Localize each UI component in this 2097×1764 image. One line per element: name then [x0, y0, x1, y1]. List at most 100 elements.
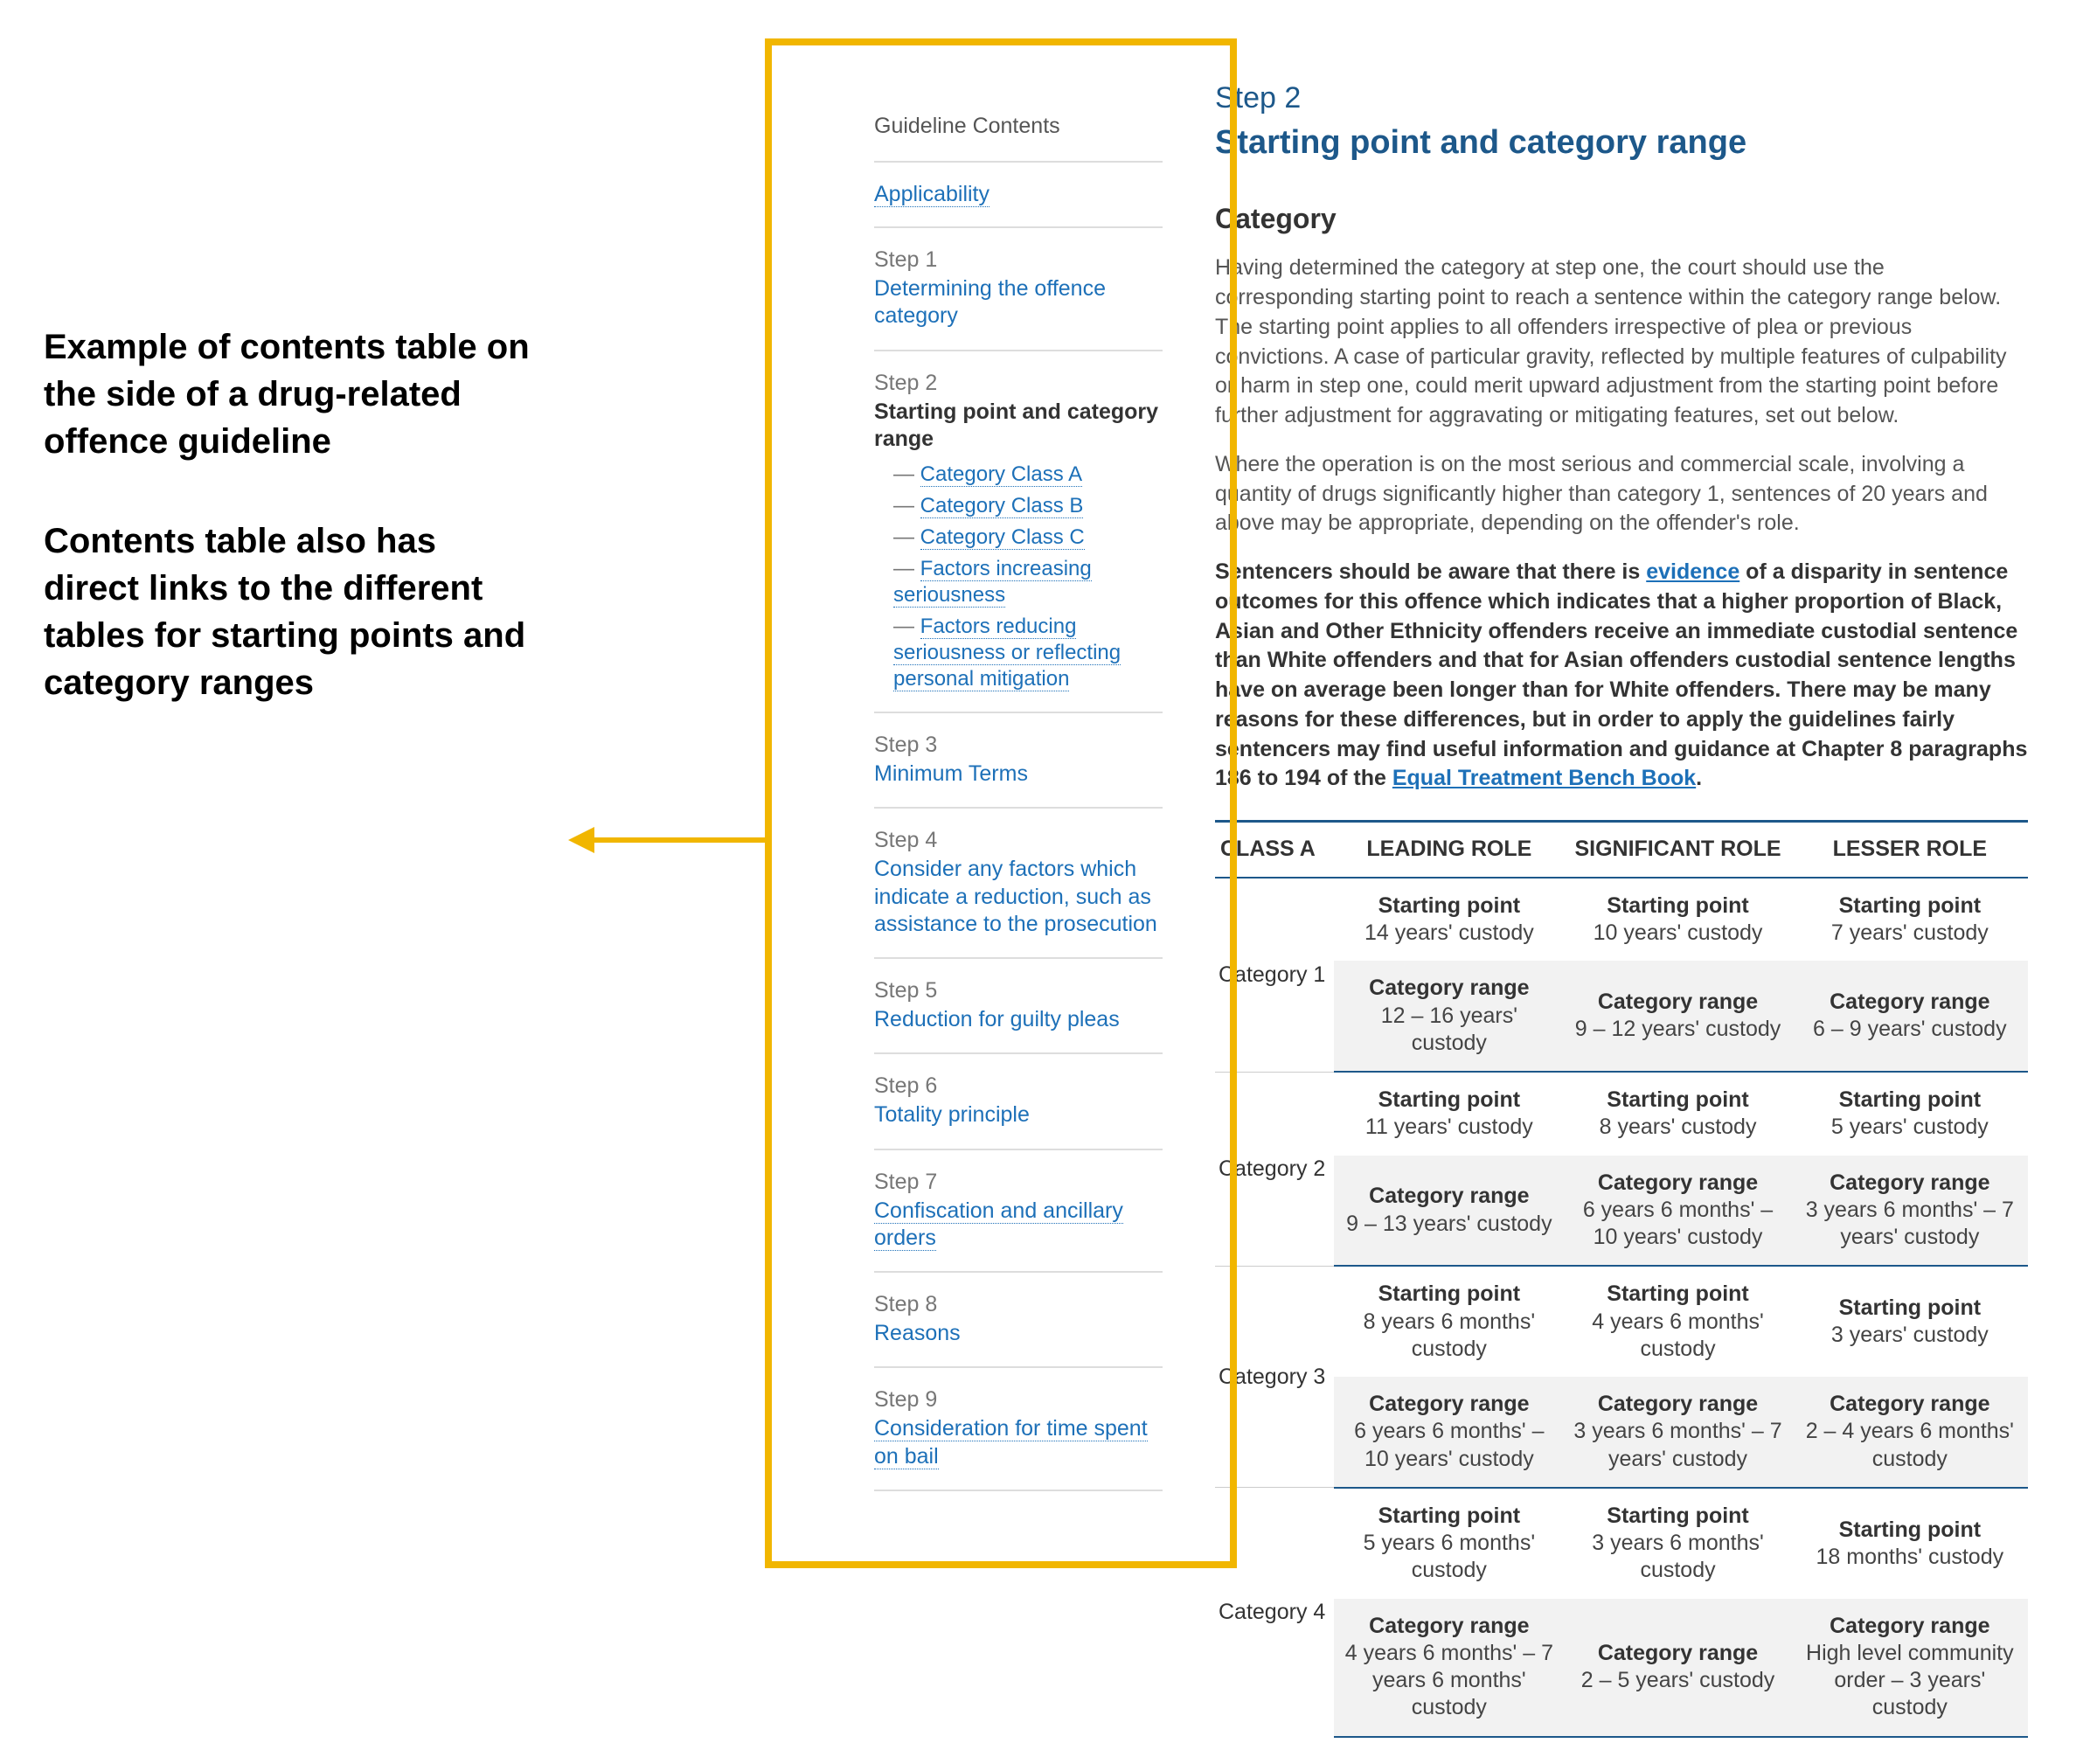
table-row: Category range6 years 6 months' – 10 yea…: [1215, 1377, 2028, 1488]
arrow-left-icon: [568, 827, 594, 853]
starting-point-cell: Starting point8 years' custody: [1564, 1072, 1791, 1156]
para3-period: .: [1696, 766, 1702, 790]
starting-point-cell: Starting point5 years 6 months' custody: [1334, 1488, 1564, 1599]
category-range-cell: Category range3 years 6 months' – 7 year…: [1792, 1156, 2028, 1267]
sublist-item: Factors reducing seriousness or reflecti…: [893, 614, 1163, 692]
sublist-item: Category Class A: [893, 462, 1163, 488]
starting-point-cell: Starting point18 months' custody: [1792, 1488, 2028, 1599]
annotation-arrow: [568, 835, 765, 844]
divider: [874, 226, 1163, 228]
category-cell: Category 2: [1215, 1072, 1334, 1266]
arrow-line: [594, 837, 765, 843]
guideline-page: Guideline Contents Applicability Step 1D…: [813, 52, 2063, 1764]
category-range-cell: Category range6 years 6 months' – 10 yea…: [1564, 1156, 1791, 1267]
th-class: CLASS A: [1215, 822, 1334, 878]
table-row: Category range9 – 13 years' custodyCateg…: [1215, 1156, 2028, 1267]
table-row: Category 1Starting point14 years' custod…: [1215, 878, 2028, 962]
category-range-cell: Category range3 years 6 months' – 7 year…: [1564, 1377, 1791, 1488]
divider: [874, 957, 1163, 959]
sublist-link[interactable]: Category Class C: [920, 525, 1085, 550]
starting-point-cell: Starting point10 years' custody: [1564, 878, 1791, 962]
step-label: Step 2: [1215, 79, 2028, 119]
step-8-label: Step 8: [874, 1292, 1163, 1317]
class-a-table: CLASS A LEADING ROLE SIGNIFICANT ROLE LE…: [1215, 820, 2028, 1738]
step-6-link[interactable]: Totality principle: [874, 1102, 1030, 1127]
divider: [874, 1149, 1163, 1150]
section-heading: Category: [1215, 200, 2028, 238]
step-4-title: Consider any factors which indicate a re…: [874, 856, 1163, 938]
sublist-link[interactable]: Factors reducing seriousness or reflecti…: [893, 615, 1121, 691]
step-3-label: Step 3: [874, 733, 1163, 758]
starting-point-cell: Starting point14 years' custody: [1334, 878, 1564, 962]
step-4-link[interactable]: Consider any factors which indicate a re…: [874, 857, 1157, 936]
table-row: Category range12 – 16 years' custodyCate…: [1215, 961, 2028, 1072]
step-1-label: Step 1: [874, 247, 1163, 273]
starting-point-cell: Starting point5 years' custody: [1792, 1072, 2028, 1156]
category-cell: Category 3: [1215, 1266, 1334, 1488]
step-7-link[interactable]: Confiscation and ancillary orders: [874, 1198, 1123, 1251]
main-content: Step 2 Starting point and category range…: [1189, 52, 2063, 1764]
intro-para-1: Having determined the category at step o…: [1215, 253, 2028, 431]
link-equal-treatment-bench-book[interactable]: Equal Treatment Bench Book: [1392, 766, 1696, 790]
step-1-link[interactable]: Determining the offence category: [874, 276, 1106, 328]
table-row: Category range4 years 6 months' – 7 year…: [1215, 1599, 2028, 1737]
category-range-cell: Category range9 – 13 years' custody: [1334, 1156, 1564, 1267]
sublist-link[interactable]: Category Class B: [920, 494, 1084, 518]
step-9-title: Consideration for time spent on bail: [874, 1415, 1163, 1470]
annotation-para-2: Contents table also has direct links to …: [44, 517, 533, 706]
table-header-row: CLASS A LEADING ROLE SIGNIFICANT ROLE LE…: [1215, 822, 2028, 878]
starting-point-cell: Starting point4 years 6 months' custody: [1564, 1266, 1791, 1377]
table-row: Category 4Starting point5 years 6 months…: [1215, 1488, 2028, 1599]
para3-lead: Sentencers should be aware that there is: [1215, 559, 1646, 584]
divider: [874, 807, 1163, 809]
para3-mid: of a disparity in sentence outcomes for …: [1215, 559, 2027, 790]
starting-point-cell: Starting point3 years' custody: [1792, 1266, 2028, 1377]
divider: [874, 712, 1163, 713]
link-evidence[interactable]: evidence: [1646, 559, 1739, 584]
step-5-link[interactable]: Reduction for guilty pleas: [874, 1007, 1120, 1031]
category-range-cell: Category range2 – 5 years' custody: [1564, 1599, 1791, 1737]
step-3-title: Minimum Terms: [874, 760, 1163, 788]
step-5-label: Step 5: [874, 978, 1163, 1004]
category-range-cell: Category range6 years 6 months' – 10 yea…: [1334, 1377, 1564, 1488]
step-2-sublist: Category Class A Category Class B Category…: [893, 462, 1163, 692]
category-range-cell: Category range9 – 12 years' custody: [1564, 961, 1791, 1072]
divider: [874, 1271, 1163, 1273]
divider: [874, 1490, 1163, 1491]
category-range-cell: Category range6 – 9 years' custody: [1792, 961, 2028, 1072]
th-leading: LEADING ROLE: [1334, 822, 1564, 878]
step-8-link[interactable]: Reasons: [874, 1321, 961, 1345]
step-9-link[interactable]: Consideration for time spent on bail: [874, 1416, 1148, 1469]
link-applicability[interactable]: Applicability: [874, 182, 989, 207]
step-7-label: Step 7: [874, 1170, 1163, 1195]
category-range-cell: Category range12 – 16 years' custody: [1334, 961, 1564, 1072]
intro-para-2: Where the operation is on the most serio…: [1215, 450, 2028, 538]
divider: [874, 350, 1163, 351]
sublist-link[interactable]: Category Class A: [920, 462, 1082, 487]
category-range-cell: Category rangeHigh level community order…: [1792, 1599, 2028, 1737]
category-cell: Category 1: [1215, 878, 1334, 1072]
divider: [874, 1366, 1163, 1368]
step-6-label: Step 6: [874, 1073, 1163, 1099]
annotation-para-1: Example of contents table on the side of…: [44, 323, 533, 465]
starting-point-cell: Starting point8 years 6 months' custody: [1334, 1266, 1564, 1377]
th-lesser: LESSER ROLE: [1792, 822, 2028, 878]
sublist-item: Category Class C: [893, 524, 1163, 551]
step-3-link[interactable]: Minimum Terms: [874, 761, 1028, 786]
step-title: Starting point and category range: [1215, 121, 2028, 165]
category-range-cell: Category range2 – 4 years 6 months' cust…: [1792, 1377, 2028, 1488]
intro-para-3: Sentencers should be aware that there is…: [1215, 558, 2028, 794]
step-2-label: Step 2: [874, 371, 1163, 396]
sublist-link[interactable]: Factors increasing seriousness: [893, 557, 1092, 608]
step-4-label: Step 4: [874, 828, 1163, 853]
step-7-title: Confiscation and ancillary orders: [874, 1198, 1163, 1253]
step-9-label: Step 9: [874, 1387, 1163, 1413]
annotation-block: Example of contents table on the side of…: [44, 323, 533, 759]
category-cell: Category 4: [1215, 1488, 1334, 1737]
table-row: Category 2Starting point11 years' custod…: [1215, 1072, 2028, 1156]
divider: [874, 161, 1163, 163]
table-row: Category 3Starting point8 years 6 months…: [1215, 1266, 2028, 1377]
step-5-title: Reduction for guilty pleas: [874, 1006, 1163, 1033]
step-6-title: Totality principle: [874, 1101, 1163, 1129]
category-range-cell: Category range4 years 6 months' – 7 year…: [1334, 1599, 1564, 1737]
